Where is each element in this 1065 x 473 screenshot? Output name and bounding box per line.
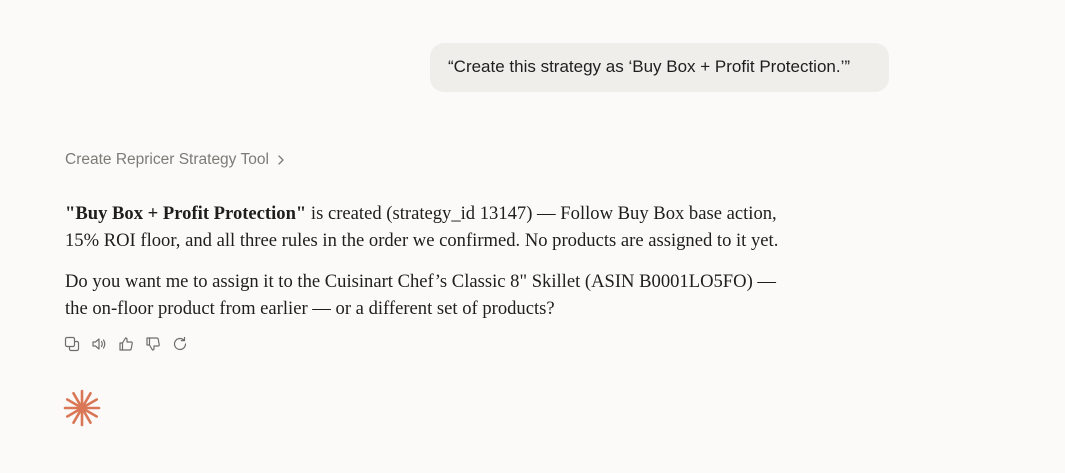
user-message-text: “Create this strategy as ‘Buy Box + Prof… (448, 57, 851, 76)
message-actions (64, 336, 188, 352)
thumbs-up-button[interactable] (118, 336, 134, 352)
tool-call-label: Create Repricer Strategy Tool (65, 151, 269, 168)
read-aloud-button[interactable] (91, 336, 107, 352)
response-paragraph-2: Do you want me to assign it to the Cuisi… (65, 268, 865, 322)
response-text: 15% ROI floor, and all three rules in th… (65, 230, 779, 251)
response-paragraph-1: "Buy Box + Profit Protection" is created… (65, 200, 865, 254)
strategy-name: "Buy Box + Profit Protection" (65, 203, 307, 224)
chat-page: “Create this strategy as ‘Buy Box + Prof… (0, 0, 1065, 473)
assistant-logo-icon (63, 389, 101, 427)
response-text: Do you want me to assign it to the Cuisi… (65, 271, 777, 292)
retry-icon (173, 336, 187, 351)
thumbs-down-icon (146, 337, 160, 351)
thumbs-down-button[interactable] (145, 336, 161, 352)
read-aloud-icon (92, 338, 106, 350)
thumbs-up-icon (119, 337, 133, 351)
retry-button[interactable] (172, 336, 188, 352)
chevron-right-icon (277, 154, 285, 166)
response-text: is created (strategy_id 13147) — Follow … (306, 203, 777, 224)
user-message-bubble: “Create this strategy as ‘Buy Box + Prof… (430, 43, 889, 92)
copy-button[interactable] (64, 336, 80, 352)
tool-call-toggle[interactable]: Create Repricer Strategy Tool (65, 151, 285, 169)
copy-icon (64, 336, 80, 352)
response-text: the on-floor product from earlier — or a… (65, 298, 555, 319)
